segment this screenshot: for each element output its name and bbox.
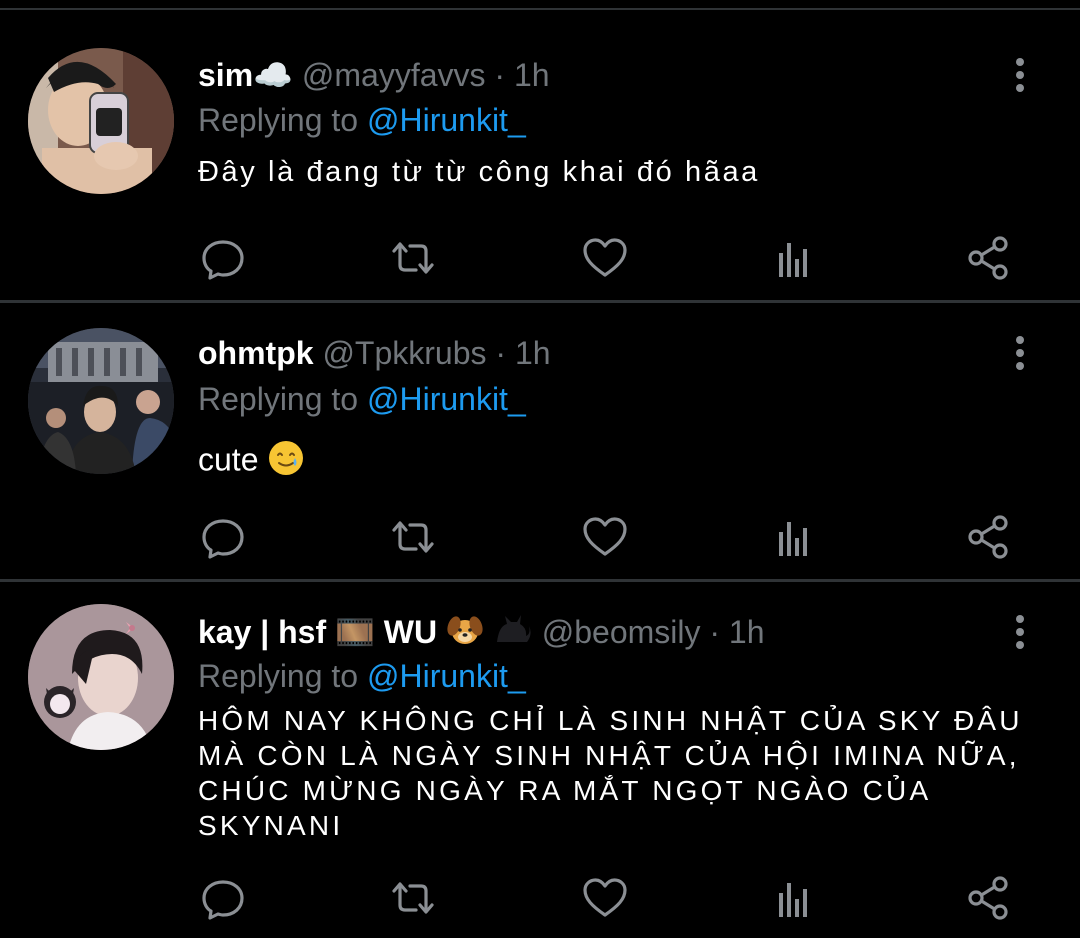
share-icon[interactable] (964, 873, 1014, 923)
heart-icon[interactable] (580, 873, 630, 923)
replying-to: Replying to @Hirunkit_ (198, 102, 526, 139)
smiling-face-with-tear-icon (267, 439, 305, 485)
retweet-icon[interactable] (388, 512, 438, 562)
display-name[interactable]: sim☁️ (198, 57, 293, 93)
views-icon[interactable] (770, 233, 820, 283)
action-bar (198, 233, 1028, 283)
replying-to: Replying to @Hirunkit_ (198, 658, 526, 695)
action-bar (198, 873, 1028, 923)
tweet-text: Đây là đang từ từ công khai đó hãaa (198, 156, 760, 188)
separator-dot: · (494, 57, 506, 93)
retweet-icon[interactable] (388, 233, 438, 283)
user-handle[interactable]: @Tpkkrubs (322, 335, 486, 371)
replying-to: Replying to @Hirunkit_ (198, 381, 526, 418)
avatar[interactable] (28, 328, 174, 474)
avatar[interactable] (28, 604, 174, 750)
user-handle[interactable]: @beomsily (542, 614, 701, 650)
replying-to-label: Replying to (198, 102, 359, 138)
reply-icon[interactable] (198, 873, 248, 923)
mention-link[interactable]: @Hirunkit_ (367, 381, 526, 417)
heart-icon[interactable] (580, 233, 630, 283)
timestamp[interactable]: 1h (514, 57, 550, 93)
avatar[interactable] (28, 48, 174, 194)
replying-to-label: Replying to (198, 658, 359, 694)
separator-dot: · (709, 614, 721, 650)
share-icon[interactable] (964, 512, 1014, 562)
timestamp[interactable]: 1h (729, 614, 765, 650)
more-vertical-icon[interactable] (1008, 55, 1032, 95)
views-icon[interactable] (770, 512, 820, 562)
tweet-text-row: cute (198, 439, 305, 485)
mention-link[interactable]: @Hirunkit_ (367, 658, 526, 694)
tweet-reply[interactable]: ohmtpk @Tpkkrubs · 1h Replying to @Hirun… (0, 303, 1080, 579)
more-vertical-icon[interactable] (1008, 612, 1032, 652)
separator-dot: · (495, 335, 507, 371)
display-name[interactable]: kay | hsf 🎞️ WU (198, 614, 437, 650)
reply-icon[interactable] (198, 512, 248, 562)
tweet-text: cute (198, 441, 259, 478)
more-vertical-icon[interactable] (1008, 333, 1032, 373)
dog-face-icon (446, 612, 484, 657)
tweet-reply[interactable]: kay | hsf 🎞️ WU @beomsily · 1h Replying … (0, 582, 1080, 938)
display-name[interactable]: ohmtpk (198, 335, 314, 371)
tweet-text: HÔM NAY KHÔNG CHỈ LÀ SINH NHẬT CỦA SKY Đ… (198, 705, 1023, 841)
user-handle[interactable]: @mayyfavvs (302, 57, 486, 93)
views-icon[interactable] (770, 873, 820, 923)
replying-to-label: Replying to (198, 381, 359, 417)
reply-icon[interactable] (198, 233, 248, 283)
share-icon[interactable] (964, 233, 1014, 283)
retweet-icon[interactable] (388, 873, 438, 923)
black-cat-icon (493, 612, 533, 657)
action-bar (198, 512, 1028, 562)
tweet-reply[interactable]: sim☁️ @mayyfavvs · 1h Replying to @Hirun… (0, 0, 1080, 300)
timestamp[interactable]: 1h (515, 335, 551, 371)
mention-link[interactable]: @Hirunkit_ (367, 102, 526, 138)
heart-icon[interactable] (580, 512, 630, 562)
